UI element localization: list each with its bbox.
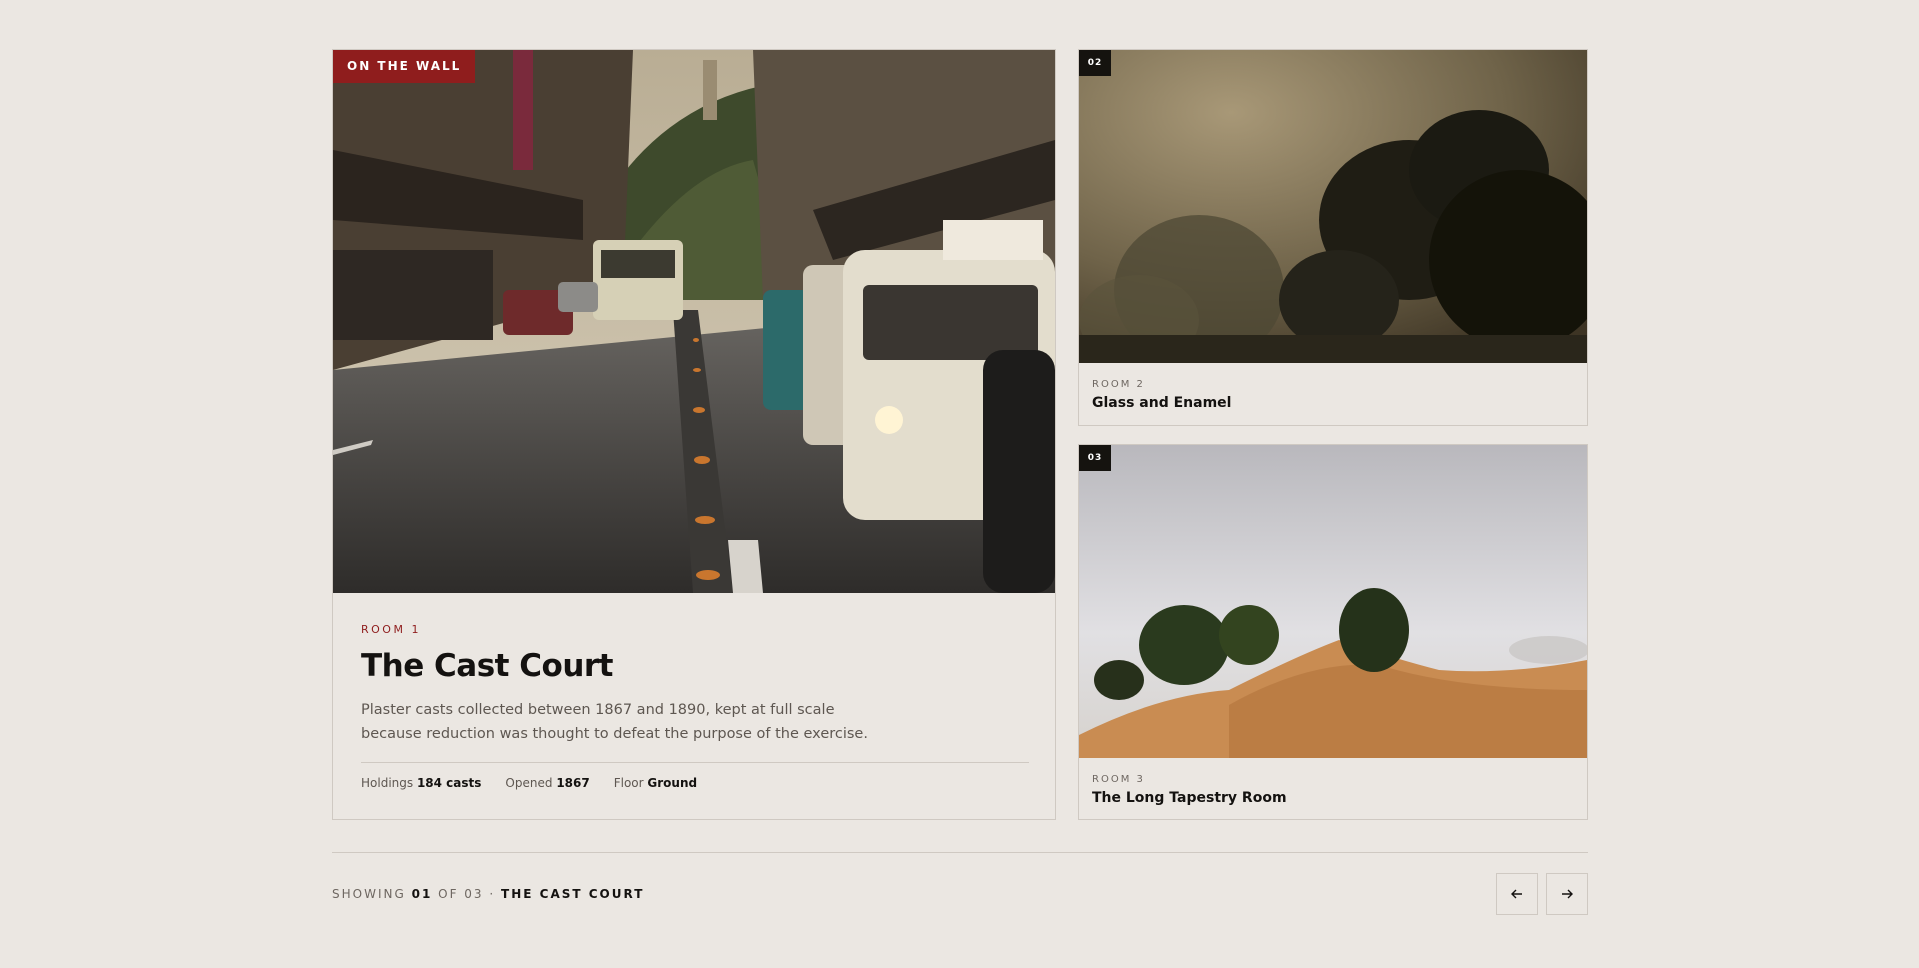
arrow-left-icon: [1511, 889, 1522, 899]
room-card[interactable]: 03 ROOM 3 The Long Tapestry Room: [1078, 444, 1588, 820]
pager-separator: ·: [489, 887, 496, 901]
room-card-body: ROOM 2 Glass and Enamel: [1079, 363, 1587, 411]
pager-total: OF 03: [438, 887, 484, 901]
stat-opened: Opened 1867: [505, 776, 589, 790]
pager-current: 01: [411, 887, 433, 901]
featured-card[interactable]: ON THE WALL ROOM 1 The Cast Court Plaste…: [332, 49, 1056, 820]
on-the-wall-tag: ON THE WALL: [333, 50, 476, 83]
stat-holdings: Holdings 184 casts: [361, 776, 481, 790]
featured-eyebrow: ROOM 1: [361, 623, 421, 636]
room-title[interactable]: The Long Tapestry Room: [1092, 790, 1574, 806]
room-number-badge: 02: [1079, 50, 1111, 76]
divider: [361, 762, 1029, 763]
stat-value: 184 casts: [416, 776, 482, 790]
room-photo: [1079, 50, 1587, 363]
featured-description: Plaster casts collected between 1867 and…: [361, 702, 868, 742]
stat-value: 1867: [556, 776, 590, 790]
pager-prefix: SHOWING: [332, 887, 406, 901]
stat-label: Opened: [505, 776, 553, 790]
room-card[interactable]: 02 ROOM 2 Glass and Enamel: [1078, 49, 1588, 426]
stat-floor: Floor Ground: [614, 776, 697, 790]
arrow-right-icon: [1562, 889, 1573, 899]
next-button[interactable]: [1546, 873, 1588, 915]
featured-photo: [333, 50, 1055, 593]
pager-current-title: THE CAST COURT: [501, 887, 645, 901]
stat-label: Floor: [613, 776, 644, 790]
stat-label: Holdings: [361, 776, 414, 790]
room-eyebrow: ROOM 3: [1092, 774, 1145, 785]
room-title[interactable]: Glass and Enamel: [1092, 395, 1574, 411]
room-photo: [1079, 445, 1587, 758]
featured-stats: Holdings 184 casts Opened 1867 Floor Gro…: [361, 776, 1029, 790]
footer-divider: [332, 852, 1588, 853]
pager-status: SHOWING 01 OF 03 · THE CAST COURT: [332, 887, 644, 901]
featured-body: ROOM 1 The Cast Court Plaster casts coll…: [361, 623, 1029, 790]
featured-title[interactable]: The Cast Court: [361, 648, 1029, 684]
previous-button[interactable]: [1496, 873, 1538, 915]
room-card-body: ROOM 3 The Long Tapestry Room: [1079, 758, 1587, 806]
room-number-badge: 03: [1079, 445, 1111, 471]
stat-value: Ground: [647, 776, 698, 790]
room-eyebrow: ROOM 2: [1092, 379, 1145, 390]
